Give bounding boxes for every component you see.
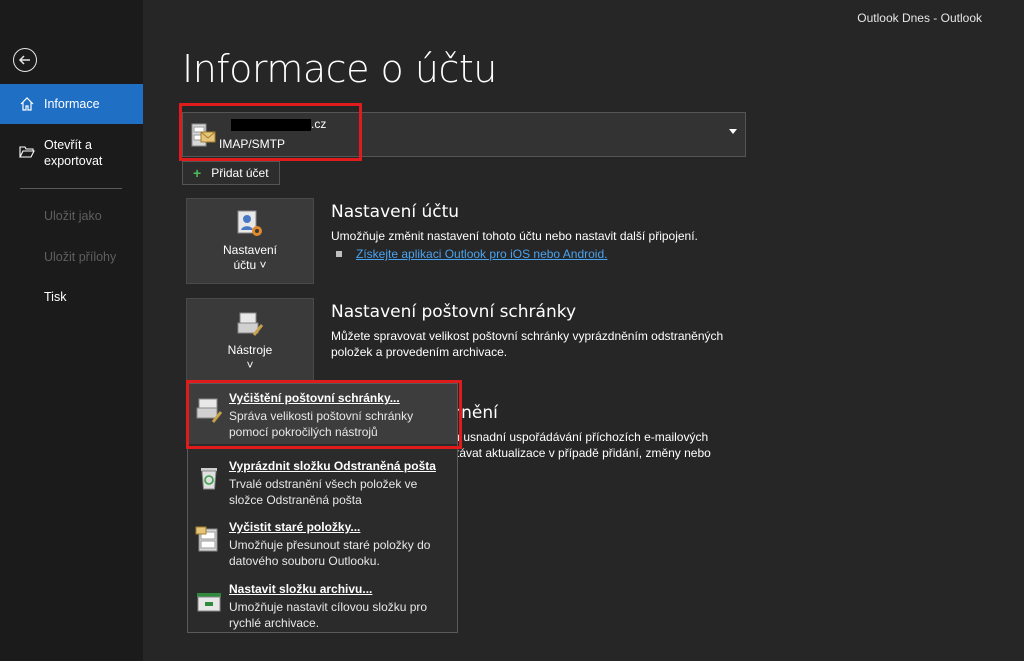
sidebar-item-label: Uložit přílohy bbox=[44, 250, 117, 264]
recycle-bin-icon bbox=[201, 468, 217, 490]
account-settings-icon bbox=[237, 210, 262, 236]
menu-item-desc: Umožňuje přesunout staré položky do dato… bbox=[229, 538, 431, 568]
highlight-box bbox=[186, 380, 462, 449]
sidebar-item-save-as: Uložit jako bbox=[0, 206, 143, 226]
sidebar-item-print[interactable]: Tisk bbox=[0, 287, 143, 307]
menu-item-desc: Umožňuje nastavit cílovou složku pro ryc… bbox=[229, 600, 428, 630]
sidebar-item-label: Tisk bbox=[44, 290, 67, 304]
page-title: Informace o účtu bbox=[182, 47, 497, 91]
menu-item-title: Nastavit složku archivu... bbox=[229, 582, 373, 596]
backstage-sidebar: Informace Otevřít a exportovat Uložit ja… bbox=[0, 0, 143, 661]
mailbox-settings-title: Nastavení poštovní schránky bbox=[331, 302, 577, 322]
tile-label: Nastavení účtu ˅ bbox=[222, 243, 278, 272]
menu-item-desc: Trvalé odstranění všech položek ve složc… bbox=[229, 477, 418, 507]
sidebar-item-save-attachments: Uložit přílohy bbox=[0, 247, 143, 267]
menu-item-empty-deleted[interactable]: Vyprázdnit složku Odstraněná pošta Trval… bbox=[188, 452, 457, 512]
menu-item-cleanup-old[interactable]: Vyčistit staré položky... Umožňuje přesu… bbox=[188, 513, 457, 573]
add-account-button[interactable]: + Přidat účet bbox=[182, 161, 280, 185]
tools-icon bbox=[237, 312, 264, 336]
highlight-box bbox=[179, 103, 362, 161]
sidebar-item-open-export[interactable]: Otevřít a exportovat bbox=[0, 137, 143, 173]
bullet-icon bbox=[336, 251, 342, 257]
sidebar-item-informace[interactable]: Informace bbox=[0, 84, 143, 124]
menu-item-archive-folder[interactable]: Nastavit složku archivu... Umožňuje nast… bbox=[188, 575, 457, 635]
account-settings-title: Nastavení účtu bbox=[331, 202, 460, 222]
chevron-down-icon[interactable] bbox=[729, 129, 737, 134]
window-title: Outlook Dnes - Outlook bbox=[857, 11, 982, 25]
account-settings-button[interactable]: Nastavení účtu ˅ bbox=[186, 198, 314, 284]
archive-cabinet-icon bbox=[195, 526, 218, 552]
tools-button[interactable]: Nástroje ˅ bbox=[186, 298, 314, 382]
sidebar-item-label: Informace bbox=[44, 97, 100, 111]
tile-label: Nástroje ˅ bbox=[227, 343, 273, 372]
menu-item-title: Vyprázdnit složku Odstraněná pošta bbox=[229, 459, 436, 473]
menu-item-title: Vyčistit staré položky... bbox=[229, 520, 361, 534]
mailbox-settings-desc: Můžete spravovat velikost poštovní schrá… bbox=[331, 329, 724, 359]
add-account-label: Přidat účet bbox=[211, 166, 269, 180]
account-settings-desc: Umožňuje změnit nastavení tohoto účtu ne… bbox=[331, 229, 698, 243]
sidebar-item-label: Otevřít a exportovat bbox=[44, 138, 103, 168]
home-icon bbox=[20, 97, 34, 111]
sidebar-item-label: Uložit jako bbox=[44, 209, 102, 223]
rules-desc: m usnadní uspořádávání příchozích e-mail… bbox=[450, 430, 711, 460]
mobile-app-link[interactable]: Získejte aplikaci Outlook pro iOS nebo A… bbox=[356, 247, 607, 261]
back-arrow-icon[interactable] bbox=[13, 48, 37, 72]
plus-icon: + bbox=[193, 165, 202, 181]
sidebar-divider bbox=[20, 188, 122, 189]
archive-folder-icon bbox=[197, 593, 221, 612]
mobile-app-link-row: Získejte aplikaci Outlook pro iOS nebo A… bbox=[336, 247, 607, 261]
folder-open-icon bbox=[19, 146, 35, 158]
